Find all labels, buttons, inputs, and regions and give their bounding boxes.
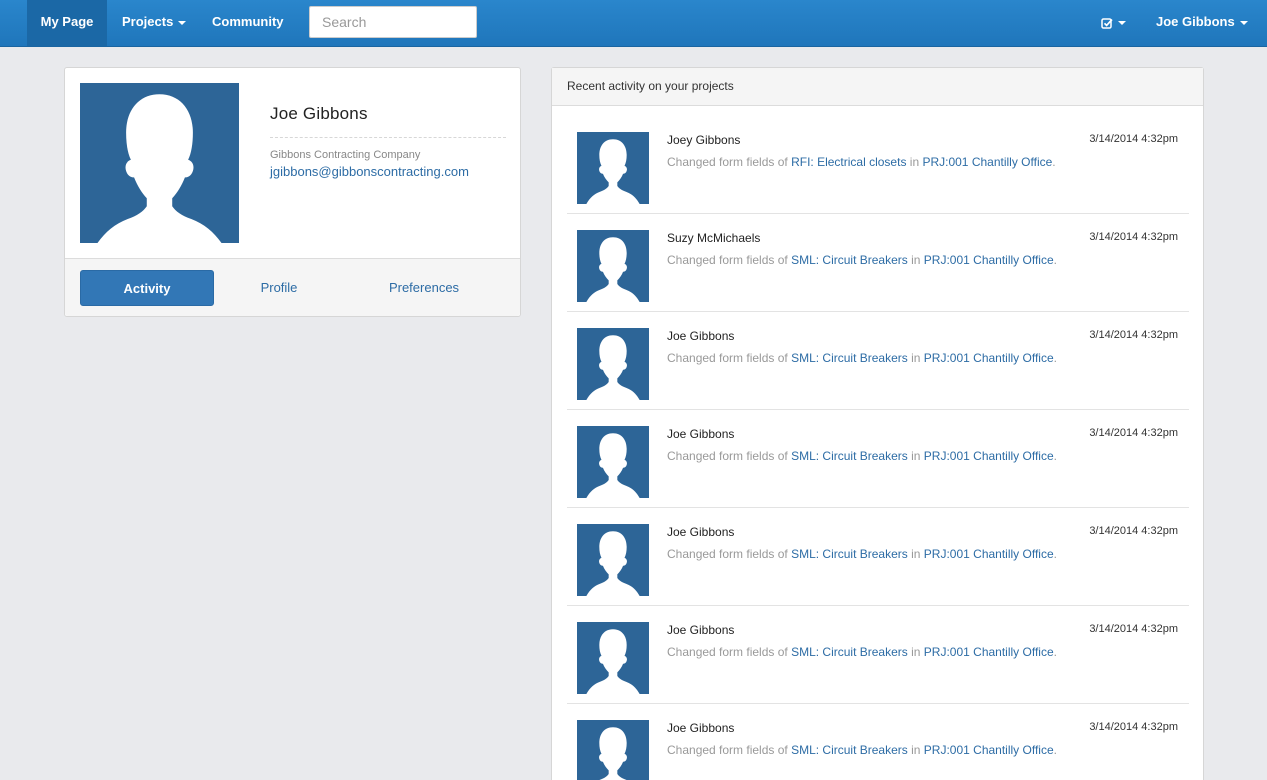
activity-item-link[interactable]: SML: Circuit Breakers [791, 449, 908, 463]
activity-row: Joe Gibbons 3/14/2014 4:32pm Changed form … [567, 410, 1189, 508]
activity-timestamp: 3/14/2014 4:32pm [1089, 721, 1178, 733]
activity-in-text: in [907, 547, 924, 561]
activity-in-text: in [906, 155, 923, 169]
activity-project-link[interactable]: PRJ:001 Chantilly Office [924, 645, 1054, 659]
activity-in-text: in [907, 645, 924, 659]
tab-activity[interactable]: Activity [80, 270, 214, 306]
tab-profile[interactable]: Profile [245, 270, 313, 306]
tasks-dropdown[interactable] [1101, 0, 1126, 46]
profile-tabbar: Activity Profile Preferences [65, 258, 520, 316]
activity-description: Changed form fields of SML: Circuit Brea… [667, 743, 1057, 757]
activity-prefix-text: Changed form fields of [667, 449, 792, 463]
chevron-down-icon [1118, 20, 1126, 25]
profile-name: Joe Gibbons [270, 104, 368, 123]
top-navbar: My Page Projects Community Joe Gibbons [0, 0, 1267, 47]
activity-timestamp: 3/14/2014 4:32pm [1089, 623, 1178, 635]
nav-projects-dropdown[interactable]: Projects [122, 0, 187, 46]
activity-in-text: in [907, 253, 924, 267]
activity-user-name: Joe Gibbons [667, 721, 735, 735]
activity-description: Changed form fields of SML: Circuit Brea… [667, 449, 1057, 463]
person-silhouette-icon[interactable] [577, 426, 649, 498]
nav-community-label: Community [212, 14, 284, 29]
activity-panel: Recent activity on your projects Joey Gi… [551, 67, 1204, 780]
activity-item-link[interactable]: SML: Circuit Breakers [791, 351, 908, 365]
search-input[interactable] [309, 6, 477, 38]
divider [270, 137, 506, 138]
activity-description: Changed form fields of RFI: Electrical c… [667, 155, 1056, 169]
nav-my-page[interactable]: My Page [27, 0, 107, 46]
profile-company: Gibbons Contracting Company [270, 149, 421, 161]
activity-timestamp: 3/14/2014 4:32pm [1089, 427, 1178, 439]
activity-user-name: Joe Gibbons [667, 329, 735, 343]
profile-card: Joe Gibbons Gibbons Contracting Company … [64, 67, 521, 317]
activity-end-text: . [1053, 547, 1057, 561]
person-silhouette-icon[interactable] [577, 328, 649, 400]
activity-item-link[interactable]: SML: Circuit Breakers [791, 743, 908, 757]
activity-user-name: Joe Gibbons [667, 623, 735, 637]
activity-user-name: Joe Gibbons [667, 525, 735, 539]
activity-prefix-text: Changed form fields of [667, 547, 792, 561]
activity-item-link[interactable]: SML: Circuit Breakers [791, 547, 908, 561]
checkbox-icon [1101, 17, 1113, 29]
person-silhouette-icon[interactable] [577, 132, 649, 204]
person-silhouette-icon[interactable] [577, 524, 649, 596]
activity-timestamp: 3/14/2014 4:32pm [1089, 329, 1178, 341]
person-silhouette-icon[interactable] [577, 622, 649, 694]
activity-timestamp: 3/14/2014 4:32pm [1089, 133, 1178, 145]
activity-user-name: Joey Gibbons [667, 133, 741, 147]
activity-description: Changed form fields of SML: Circuit Brea… [667, 253, 1057, 267]
activity-end-text: . [1053, 449, 1057, 463]
activity-prefix-text: Changed form fields of [667, 645, 792, 659]
activity-user-name: Suzy McMichaels [667, 231, 761, 245]
activity-end-text: . [1053, 743, 1057, 757]
activity-prefix-text: Changed form fields of [667, 743, 792, 757]
activity-end-text: . [1052, 155, 1056, 169]
activity-end-text: . [1053, 351, 1057, 365]
profile-email-link[interactable]: jgibbons@gibbonscontracting.com [270, 164, 469, 179]
activity-in-text: in [907, 351, 924, 365]
chevron-down-icon [178, 20, 187, 25]
activity-project-link[interactable]: PRJ:001 Chantilly Office [924, 547, 1054, 561]
activity-row: Joey Gibbons 3/14/2014 4:32pm Changed form… [567, 116, 1189, 214]
activity-project-link[interactable]: PRJ:001 Chantilly Office [924, 743, 1054, 757]
activity-project-link[interactable]: PRJ:001 Chantilly Office [924, 253, 1054, 267]
activity-end-text: . [1053, 645, 1057, 659]
activity-project-link[interactable]: PRJ:001 Chantilly Office [922, 155, 1052, 169]
activity-project-link[interactable]: PRJ:001 Chantilly Office [924, 449, 1054, 463]
activity-item-link[interactable]: SML: Circuit Breakers [791, 253, 908, 267]
nav-community[interactable]: Community [212, 0, 284, 46]
activity-row: Joe Gibbons 3/14/2014 4:32pm Changed form … [567, 508, 1189, 606]
activity-end-text: . [1053, 253, 1057, 267]
person-silhouette-icon [80, 83, 239, 243]
activity-row: Joe Gibbons 3/14/2014 4:32pm Changed form … [567, 704, 1189, 780]
activity-timestamp: 3/14/2014 4:32pm [1089, 231, 1178, 243]
tab-preferences[interactable]: Preferences [383, 270, 465, 306]
activity-prefix-text: Changed form fields of [667, 253, 792, 267]
activity-panel-header: Recent activity on your projects [552, 68, 1203, 106]
user-menu-label: Joe Gibbons [1156, 14, 1235, 29]
user-menu-dropdown[interactable]: Joe Gibbons [1156, 0, 1248, 46]
activity-row: Joe Gibbons 3/14/2014 4:32pm Changed form … [567, 312, 1189, 410]
activity-description: Changed form fields of SML: Circuit Brea… [667, 547, 1057, 561]
person-silhouette-icon[interactable] [577, 230, 649, 302]
nav-projects-label: Projects [122, 14, 174, 29]
chevron-down-icon [1239, 20, 1248, 25]
activity-description: Changed form fields of SML: Circuit Brea… [667, 645, 1057, 659]
activity-prefix-text: Changed form fields of [667, 351, 792, 365]
nav-my-page-label: My Page [40, 14, 94, 29]
activity-in-text: in [907, 743, 924, 757]
activity-item-link[interactable]: SML: Circuit Breakers [791, 645, 908, 659]
activity-user-name: Joe Gibbons [667, 427, 735, 441]
activity-timestamp: 3/14/2014 4:32pm [1089, 525, 1178, 537]
person-silhouette-icon[interactable] [577, 720, 649, 780]
activity-description: Changed form fields of SML: Circuit Brea… [667, 351, 1057, 365]
activity-prefix-text: Changed form fields of [667, 155, 792, 169]
activity-item-link[interactable]: RFI: Electrical closets [791, 155, 906, 169]
activity-row: Joe Gibbons 3/14/2014 4:32pm Changed form … [567, 606, 1189, 704]
activity-in-text: in [907, 449, 924, 463]
activity-row: Suzy McMichaels 3/14/2014 4:32pm Changed f… [567, 214, 1189, 312]
activity-project-link[interactable]: PRJ:001 Chantilly Office [924, 351, 1054, 365]
